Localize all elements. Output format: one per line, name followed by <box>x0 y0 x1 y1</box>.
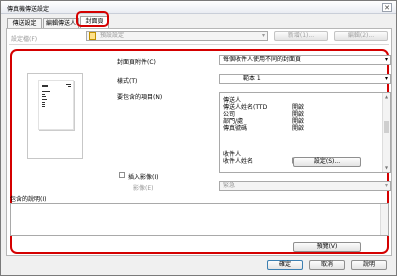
insert-image-checkbox[interactable] <box>119 172 125 178</box>
scroll-down-icon[interactable]: ▼ <box>383 165 390 170</box>
preset-label: 設定檔(F) <box>11 36 38 43</box>
page-thumbnail <box>38 80 74 130</box>
list-item[interactable]: 收件人姓名 <box>223 156 253 165</box>
scroll-up-icon[interactable]: ▲ <box>383 94 390 99</box>
insert-image-label: 插入影像(I) <box>128 174 159 181</box>
preview-button[interactable]: 預覽(V) <box>293 242 361 252</box>
cover-page-panel: 設定檔(F) 預設設定 ▾ 新增(1)... 編輯(2)... 封面頁附件(C) … <box>6 28 392 256</box>
tab-send-settings[interactable]: 傳送設定 <box>7 18 42 28</box>
attach-select[interactable]: 每個收件人使用不同的封面頁 ▾ <box>219 55 391 65</box>
settings-button[interactable]: 設定(S)... <box>293 157 361 167</box>
image-label: 影像(E) <box>133 185 154 192</box>
style-select[interactable]: 範本 1 ▾ <box>219 74 391 84</box>
list-scrollbar[interactable]: ▲ ▼ <box>382 93 390 172</box>
scroll-thumb[interactable] <box>384 121 389 133</box>
preset-value: 預設設定 <box>100 32 125 39</box>
help-button[interactable]: 說明 <box>351 260 387 270</box>
ok-button[interactable]: 確定 <box>267 260 303 270</box>
image-value: 緊急 <box>223 182 236 189</box>
chevron-down-icon: ▾ <box>384 75 388 82</box>
style-value: 範本 1 <box>243 75 261 82</box>
chevron-down-icon: ▾ <box>261 32 265 39</box>
comment-label: 包含的說明(I) <box>10 196 47 203</box>
edit-preset-button[interactable]: 編輯(2)... <box>334 31 388 41</box>
comment-textarea[interactable] <box>10 203 389 236</box>
add-preset-button[interactable]: 新增(1)... <box>274 31 328 41</box>
cover-page-preview <box>27 73 83 159</box>
chevron-down-icon: ▾ <box>384 182 388 189</box>
separator <box>9 44 389 45</box>
list-item-value: 開啟 <box>292 125 305 132</box>
style-label: 樣式(T) <box>117 78 138 85</box>
list-item[interactable]: 傳真號碼 <box>223 123 247 132</box>
tab-highlight-box <box>76 11 109 27</box>
attach-label: 封面頁附件(C) <box>117 59 156 66</box>
tab-edit-sender[interactable]: 編輯傳送人 <box>43 18 79 28</box>
window-title: 傳真機傳送設定 <box>7 6 50 13</box>
chevron-down-icon: ▾ <box>384 56 388 63</box>
attach-value: 每個收件人使用不同的封面頁 <box>223 56 302 63</box>
title-bar: 傳真機傳送設定 ✕ <box>1 1 396 14</box>
preset-select[interactable]: 預設設定 ▾ <box>86 31 268 41</box>
image-select[interactable]: 緊急 ▾ <box>219 181 391 191</box>
dialog-window: 傳真機傳送設定 ✕ 傳送設定 編輯傳送人 封面頁 設定檔(F) 預設設定 ▾ 新增… <box>0 0 397 276</box>
close-button[interactable]: ✕ <box>382 3 392 12</box>
cancel-button[interactable]: 取消 <box>309 260 345 270</box>
textarea-scrollbar[interactable] <box>380 204 388 235</box>
preset-icon <box>89 32 96 40</box>
items-label: 要包含的項目(N) <box>117 94 163 101</box>
